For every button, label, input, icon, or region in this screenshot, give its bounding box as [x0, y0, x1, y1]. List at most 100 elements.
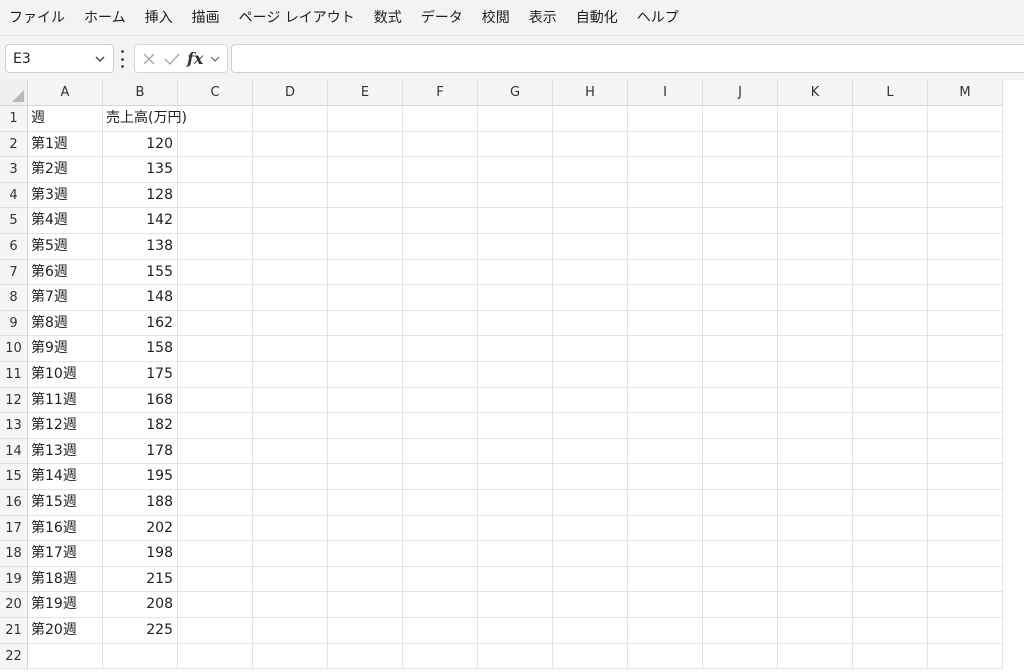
cell-i14[interactable]: [628, 438, 703, 465]
cell-a11[interactable]: 第10週: [28, 362, 103, 388]
cell-f13[interactable]: [403, 413, 478, 439]
row-header-12[interactable]: 12: [0, 387, 28, 414]
cell-l15[interactable]: [853, 464, 928, 490]
cell-e1[interactable]: [328, 106, 403, 132]
cell-m16[interactable]: [928, 490, 1003, 516]
cell-l17[interactable]: [853, 515, 928, 542]
cell-l1[interactable]: [853, 106, 928, 132]
cell-h14[interactable]: [553, 438, 628, 465]
cell-a5[interactable]: 第4週: [28, 208, 103, 234]
cell-f6[interactable]: [403, 234, 478, 260]
cell-g10[interactable]: [478, 336, 553, 362]
cell-a7[interactable]: 第6週: [28, 259, 103, 286]
cell-e18[interactable]: [328, 541, 403, 567]
row-header-9[interactable]: 9: [0, 310, 28, 337]
cell-g18[interactable]: [478, 541, 553, 567]
cell-a12[interactable]: 第11週: [28, 387, 103, 414]
cell-h8[interactable]: [553, 285, 628, 311]
cell-f9[interactable]: [403, 310, 478, 337]
cell-b7[interactable]: 155: [103, 259, 178, 286]
cell-h22[interactable]: [553, 643, 628, 670]
vertical-dots-icon[interactable]: [118, 50, 126, 68]
cell-g4[interactable]: [478, 182, 553, 209]
cell-b1[interactable]: 売上高(万円): [103, 106, 187, 132]
cell-k16[interactable]: [778, 490, 853, 516]
cell-l10[interactable]: [853, 336, 928, 362]
column-header-i[interactable]: I: [628, 80, 703, 106]
row-header-4[interactable]: 4: [0, 182, 28, 209]
cell-i17[interactable]: [628, 515, 703, 542]
cell-c20[interactable]: [178, 592, 253, 618]
row-header-5[interactable]: 5: [0, 208, 28, 234]
menu-item-11[interactable]: ヘルプ: [628, 0, 687, 36]
chevron-down-icon[interactable]: [93, 52, 107, 66]
row-header-6[interactable]: 6: [0, 234, 28, 260]
cell-l3[interactable]: [853, 157, 928, 183]
cell-h13[interactable]: [553, 413, 628, 439]
row-header-18[interactable]: 18: [0, 541, 28, 567]
row-header-8[interactable]: 8: [0, 285, 28, 311]
cell-d3[interactable]: [253, 157, 328, 183]
row-header-7[interactable]: 7: [0, 259, 28, 286]
cell-l11[interactable]: [853, 362, 928, 388]
cell-e14[interactable]: [328, 438, 403, 465]
cell-j15[interactable]: [703, 464, 778, 490]
cell-k22[interactable]: [778, 643, 853, 670]
cell-g5[interactable]: [478, 208, 553, 234]
cell-f16[interactable]: [403, 490, 478, 516]
cell-j8[interactable]: [703, 285, 778, 311]
cell-c18[interactable]: [178, 541, 253, 567]
cell-j17[interactable]: [703, 515, 778, 542]
cell-j13[interactable]: [703, 413, 778, 439]
cell-j19[interactable]: [703, 566, 778, 593]
cell-i18[interactable]: [628, 541, 703, 567]
cell-e2[interactable]: [328, 131, 403, 158]
cell-b22[interactable]: [103, 643, 178, 670]
column-header-b[interactable]: B: [103, 80, 178, 106]
column-header-d[interactable]: D: [253, 80, 328, 106]
cell-c10[interactable]: [178, 336, 253, 362]
cell-k2[interactable]: [778, 131, 853, 158]
cell-g20[interactable]: [478, 592, 553, 618]
cell-c16[interactable]: [178, 490, 253, 516]
cell-g16[interactable]: [478, 490, 553, 516]
cell-f22[interactable]: [403, 643, 478, 670]
cell-m20[interactable]: [928, 592, 1003, 618]
cell-j16[interactable]: [703, 490, 778, 516]
column-header-e[interactable]: E: [328, 80, 403, 106]
cell-k8[interactable]: [778, 285, 853, 311]
cell-k3[interactable]: [778, 157, 853, 183]
cell-c6[interactable]: [178, 234, 253, 260]
cell-h5[interactable]: [553, 208, 628, 234]
cell-g8[interactable]: [478, 285, 553, 311]
cell-k12[interactable]: [778, 387, 853, 414]
cell-e19[interactable]: [328, 566, 403, 593]
column-header-c[interactable]: C: [178, 80, 253, 106]
cell-i2[interactable]: [628, 131, 703, 158]
cell-j10[interactable]: [703, 336, 778, 362]
cell-c4[interactable]: [178, 182, 253, 209]
row-header-16[interactable]: 16: [0, 490, 28, 516]
column-header-h[interactable]: H: [553, 80, 628, 106]
cell-m5[interactable]: [928, 208, 1003, 234]
cell-f21[interactable]: [403, 618, 478, 644]
cell-h6[interactable]: [553, 234, 628, 260]
cell-d15[interactable]: [253, 464, 328, 490]
cell-g11[interactable]: [478, 362, 553, 388]
cell-i16[interactable]: [628, 490, 703, 516]
check-icon[interactable]: [163, 51, 181, 67]
cell-a9[interactable]: 第8週: [28, 310, 103, 337]
cell-d9[interactable]: [253, 310, 328, 337]
cell-l5[interactable]: [853, 208, 928, 234]
row-header-11[interactable]: 11: [0, 362, 28, 388]
cell-b12[interactable]: 168: [103, 387, 178, 414]
cell-g1[interactable]: [478, 106, 553, 132]
menu-item-8[interactable]: 校閲: [473, 0, 518, 36]
cell-f15[interactable]: [403, 464, 478, 490]
cell-e13[interactable]: [328, 413, 403, 439]
formula-input[interactable]: [231, 44, 1024, 73]
cell-f1[interactable]: [403, 106, 478, 132]
cell-g14[interactable]: [478, 438, 553, 465]
cell-d11[interactable]: [253, 362, 328, 388]
cell-i7[interactable]: [628, 259, 703, 286]
